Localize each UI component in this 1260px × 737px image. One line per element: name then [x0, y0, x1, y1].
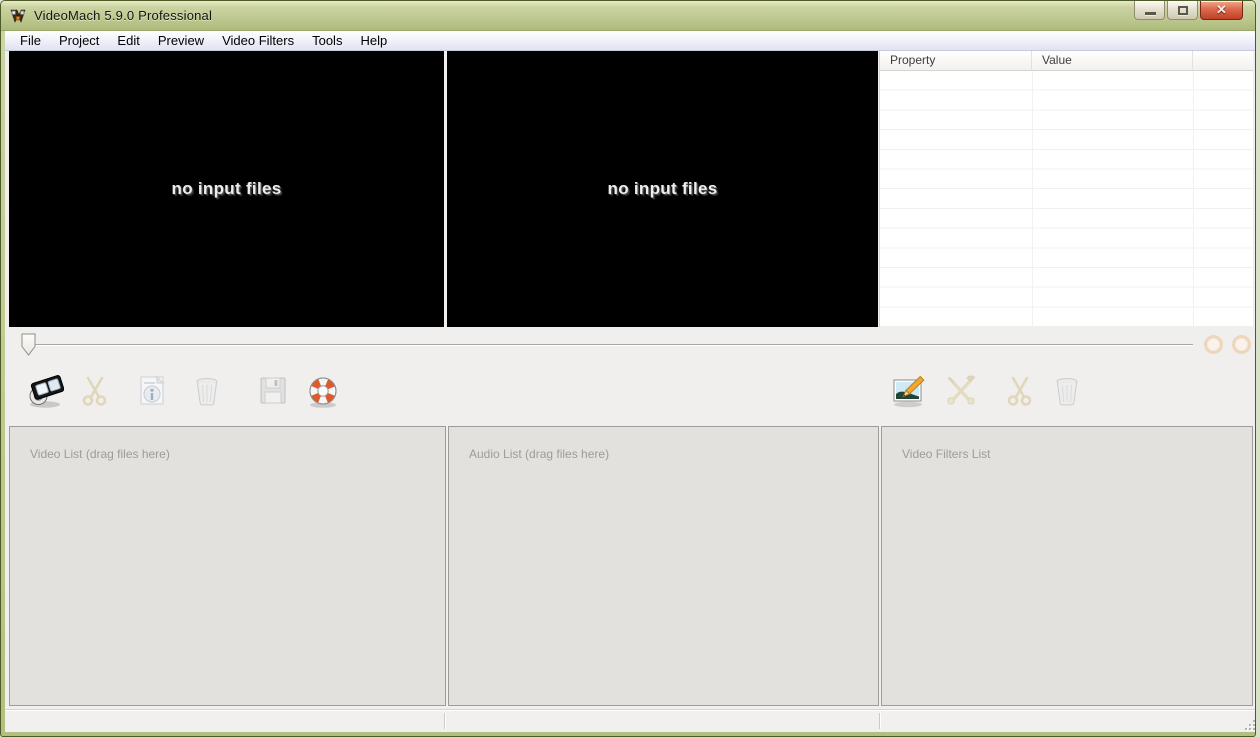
menu-video-filters[interactable]: Video Filters [213, 31, 303, 50]
menu-tools[interactable]: Tools [303, 31, 351, 50]
no-input-message: no input files [171, 179, 282, 198]
video-filters-list-panel[interactable]: Video Filters List [881, 426, 1253, 706]
cut-filter-button [1001, 372, 1039, 412]
filter-settings-icon [947, 375, 976, 405]
menu-project[interactable]: Project [50, 31, 108, 50]
restore-button[interactable] [1167, 1, 1198, 20]
property-grid-body[interactable] [880, 71, 1253, 327]
filter-settings-button [942, 372, 980, 412]
timeline-slider-track[interactable] [29, 344, 1193, 345]
toolbar [5, 360, 1255, 426]
timeline-slider-thumb[interactable] [21, 333, 36, 356]
delete-button [188, 372, 226, 412]
next-frame-button [1232, 335, 1251, 354]
window-title: VideoMach 5.9.0 Professional [34, 8, 213, 23]
delete-icon [196, 378, 218, 406]
resize-grip-icon[interactable] [1242, 717, 1255, 730]
audio-list-panel[interactable]: Audio List (drag files here) [448, 426, 879, 706]
menu-edit[interactable]: Edit [108, 31, 148, 50]
grid-column-divider [1193, 71, 1194, 327]
grid-column-divider [1032, 71, 1033, 327]
client-area: File Project Edit Preview Video Filters … [5, 31, 1255, 732]
video-list-panel[interactable]: Video List (drag files here) [9, 426, 446, 706]
cut-button [76, 372, 114, 412]
save-button [254, 372, 292, 412]
no-input-message: no input files [607, 179, 718, 198]
delete-filter-button [1048, 372, 1086, 412]
audio-list-label: Audio List (drag files here) [469, 447, 610, 461]
minimize-icon [1145, 12, 1156, 15]
cut-icon [82, 376, 107, 406]
column-header-blank[interactable] [1193, 51, 1253, 70]
open-media-button[interactable] [26, 372, 64, 412]
app-logo-icon [9, 7, 27, 25]
close-icon: ✕ [1216, 2, 1227, 17]
property-grid-header: Property Value [880, 51, 1253, 71]
video-filters-list-label: Video Filters List [902, 447, 991, 461]
add-video-filter-icon [893, 375, 925, 408]
title-bar[interactable]: VideoMach 5.9.0 Professional ✕ [1, 1, 1255, 31]
file-info-button [133, 372, 171, 412]
delete-filter-icon [1056, 378, 1078, 406]
save-icon [260, 377, 286, 404]
help-icon [309, 377, 337, 408]
open-media-icon [29, 375, 64, 408]
column-header-property[interactable]: Property [880, 51, 1032, 70]
cut-filter-icon [1007, 376, 1032, 406]
timeline-row [5, 327, 1255, 360]
add-video-filter-button[interactable] [889, 372, 927, 412]
output-preview-pane: no input files [447, 51, 878, 327]
status-bar [5, 709, 1255, 732]
window-controls: ✕ [1132, 1, 1243, 20]
close-button[interactable]: ✕ [1200, 1, 1243, 20]
video-list-label: Video List (drag files here) [30, 447, 170, 461]
column-header-value[interactable]: Value [1032, 51, 1193, 70]
status-divider [444, 713, 445, 729]
file-info-icon [140, 375, 165, 405]
app-window: VideoMach 5.9.0 Professional ✕ File Proj… [0, 0, 1256, 737]
previous-frame-button [1204, 335, 1223, 354]
menu-help[interactable]: Help [351, 31, 396, 50]
status-divider [879, 713, 880, 729]
menu-preview[interactable]: Preview [149, 31, 213, 50]
restore-icon [1178, 6, 1188, 15]
lists-area: Video List (drag files here) Audio List … [5, 426, 1255, 709]
help-button[interactable] [304, 372, 342, 412]
video-preview-pane: no input files [9, 51, 444, 327]
menu-file[interactable]: File [11, 31, 50, 50]
menu-bar: File Project Edit Preview Video Filters … [5, 31, 1255, 51]
minimize-button[interactable] [1134, 1, 1165, 20]
property-grid[interactable]: Property Value [879, 51, 1253, 327]
